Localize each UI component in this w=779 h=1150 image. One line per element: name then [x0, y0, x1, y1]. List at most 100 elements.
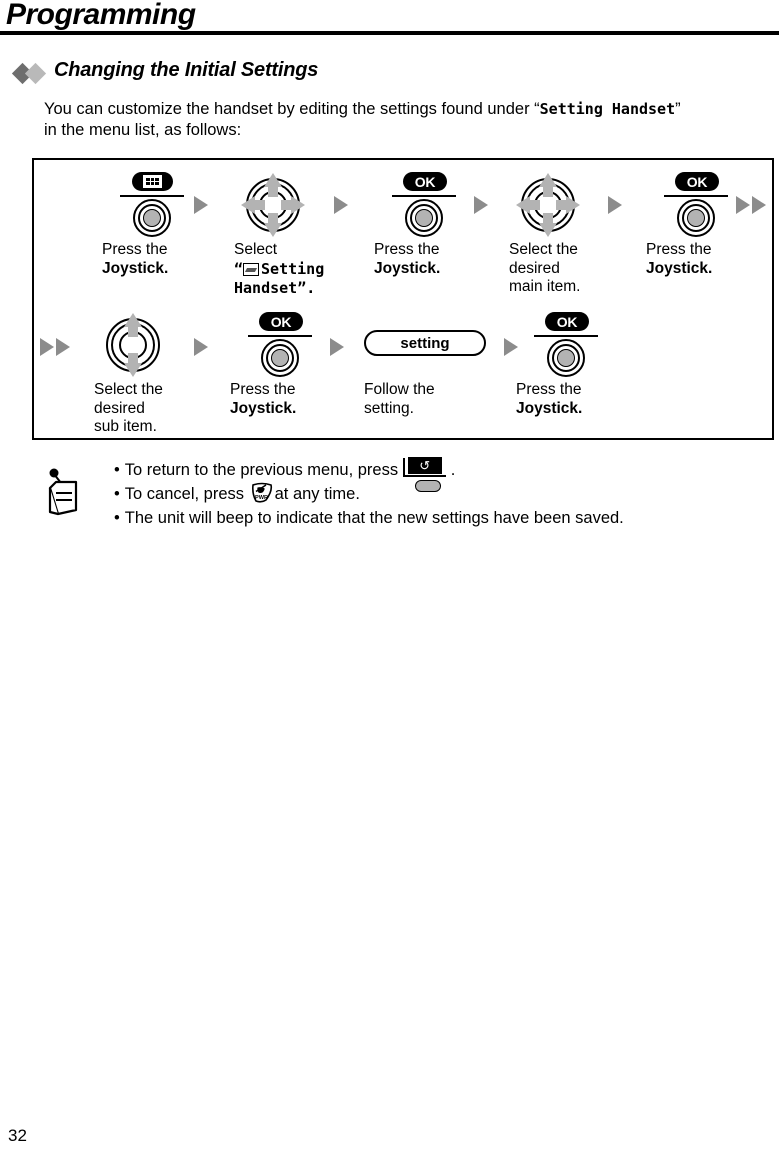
- flow-step-4-line1: Select the: [509, 241, 578, 258]
- ok-key-badge-icon: OK: [403, 172, 447, 191]
- ok-key-badge-icon: OK: [675, 172, 719, 191]
- flow-continue-2a: [40, 338, 54, 356]
- arrow-down-icon: [264, 223, 282, 237]
- flow-step-4-label: Select the desired main item.: [509, 241, 619, 297]
- flow-continue-2b: [56, 338, 70, 356]
- menu-key-badge-icon: [132, 172, 173, 191]
- nav-4way-icon: [516, 173, 580, 237]
- setting-pill-badge: setting: [364, 330, 486, 356]
- flow-continue-1b: [752, 196, 766, 214]
- header-divider: [0, 31, 779, 35]
- nav-4way-icon: [241, 173, 305, 237]
- flow-step-7: OK Press the Joystick.: [230, 312, 340, 418]
- page-number: 32: [8, 1126, 27, 1145]
- flow-step-6-icon: [94, 312, 204, 380]
- note-item-2-suffix: at any time.: [274, 485, 360, 503]
- flow-step-2-line1: Select: [234, 241, 278, 258]
- note-bullet-2: •: [114, 485, 120, 503]
- intro-line1-prefix: You can customize the handset by editing…: [44, 100, 540, 118]
- flow-step-5-label: Press the Joystick.: [646, 241, 756, 278]
- flow-separator-3: [474, 196, 488, 214]
- flow-step-3: OK Press the Joystick.: [374, 172, 484, 278]
- flow-step-8-line2: setting.: [364, 399, 414, 417]
- return-key-glyph: ↺: [407, 457, 442, 474]
- ok-key-label: OK: [686, 173, 708, 190]
- flow-step-9-label: Press the Joystick.: [516, 381, 626, 418]
- flow-continue-1a: [736, 196, 750, 214]
- ok-key-rule: [248, 335, 312, 337]
- note-item-3: • The unit will beep to indicate that the…: [114, 506, 624, 530]
- ok-key-rule: [534, 335, 598, 337]
- joystick-icon: [261, 339, 299, 377]
- flow-step-6-line1: Select the: [94, 381, 163, 398]
- note-item-3-text: The unit will beep to indicate that the …: [124, 509, 624, 527]
- flow-step-1-label: Press the Joystick.: [102, 241, 212, 278]
- flow-step-2-label: Select “ Setting Handset”.: [234, 241, 344, 299]
- power-key-icon: PWR: [249, 482, 275, 504]
- note-item-1: • To return to the previous menu, press ↺…: [114, 457, 624, 492]
- ok-key-badge-icon: OK: [259, 312, 303, 331]
- flow-step-9-line2: Joystick.: [516, 399, 583, 417]
- setting-pill-label: setting: [400, 334, 450, 352]
- flow-step-2: Select “ Setting Handset”.: [234, 172, 344, 299]
- flow-step-3-icon: OK: [374, 172, 484, 240]
- intro-line1-suffix: ”: [675, 100, 681, 118]
- flow-step-8-icon: setting: [364, 312, 494, 380]
- flow-step-9-icon: OK: [516, 312, 626, 380]
- flow-step-7-line1: Press the: [230, 381, 296, 398]
- flow-step-8: setting Follow the setting.: [364, 312, 494, 418]
- joystick-icon: [547, 339, 585, 377]
- joystick-icon: [677, 199, 715, 237]
- arrow-right-icon: [291, 196, 305, 214]
- flow-separator-2: [334, 196, 348, 214]
- section-heading: Changing the Initial Settings: [8, 59, 768, 87]
- flow-step-7-icon: OK: [230, 312, 340, 380]
- flow-step-3-line2: Joystick.: [374, 259, 441, 277]
- note-bullet-1: •: [114, 461, 120, 479]
- page-header: Programming: [0, 0, 779, 35]
- flow-step-1-line1: Press the: [102, 241, 168, 258]
- flow-step-4-icon: [509, 172, 619, 240]
- joystick-icon: [405, 199, 443, 237]
- note-item-1-text: To return to the previous menu, press: [124, 461, 399, 479]
- flow-step-3-label: Press the Joystick.: [374, 241, 484, 278]
- flow-step-4: Select the desired main item.: [509, 172, 619, 297]
- flow-step-2-line2: Setting: [261, 259, 325, 278]
- flow-step-9: OK Press the Joystick.: [516, 312, 626, 418]
- flow-step-6-label: Select the desired sub item.: [94, 381, 204, 437]
- note-bullet-3: •: [114, 509, 120, 527]
- flow-step-5-line1: Press the: [646, 241, 712, 258]
- ok-key-label: OK: [556, 313, 578, 330]
- flow-separator-1: [194, 196, 208, 214]
- flow-step-7-line2: Joystick.: [230, 399, 297, 417]
- intro-line2: in the menu list, as follows:: [44, 121, 242, 139]
- page-title: Programming: [6, 0, 196, 31]
- flow-step-1-line2: Joystick.: [102, 259, 169, 277]
- return-key-icon: ↺: [402, 457, 451, 492]
- diamond-light-icon: [24, 62, 47, 85]
- note-item-1-suffix: .: [450, 461, 456, 479]
- joystick-icon: [133, 199, 171, 237]
- arrow-down-icon: [539, 223, 557, 237]
- section-title: Changing the Initial Settings: [54, 59, 319, 81]
- menu-key-rule: [120, 195, 184, 197]
- flow-step-6-line2: desired: [94, 399, 145, 417]
- note-item-2-text: To cancel, press: [124, 485, 245, 503]
- flow-step-8-line1: Follow the: [364, 381, 435, 398]
- flow-step-2-line3: Handset: [234, 279, 298, 297]
- flow-step-4-line3: main item.: [509, 278, 581, 295]
- ok-key-label: OK: [270, 313, 292, 330]
- flow-step-4-line2: desired: [509, 259, 560, 277]
- nav-2way-icon: [102, 313, 164, 377]
- intro-line1-mono: Setting Handset: [539, 100, 676, 118]
- flow-separator-6: [330, 338, 344, 356]
- note-item-2: • To cancel, press PWR at any time.: [114, 482, 624, 506]
- flow-step-5: OK Press the Joystick.: [646, 172, 756, 278]
- flow-step-3-line1: Press the: [374, 241, 440, 258]
- flow-diagram-box: Press the Joystick. Select “ Setting Hand…: [32, 158, 774, 440]
- svg-text:PWR: PWR: [255, 495, 268, 501]
- ok-key-rule: [664, 195, 728, 197]
- flow-step-7-label: Press the Joystick.: [230, 381, 340, 418]
- note-memo-icon: [44, 466, 88, 518]
- flow-step-5-line2: Joystick.: [646, 259, 713, 277]
